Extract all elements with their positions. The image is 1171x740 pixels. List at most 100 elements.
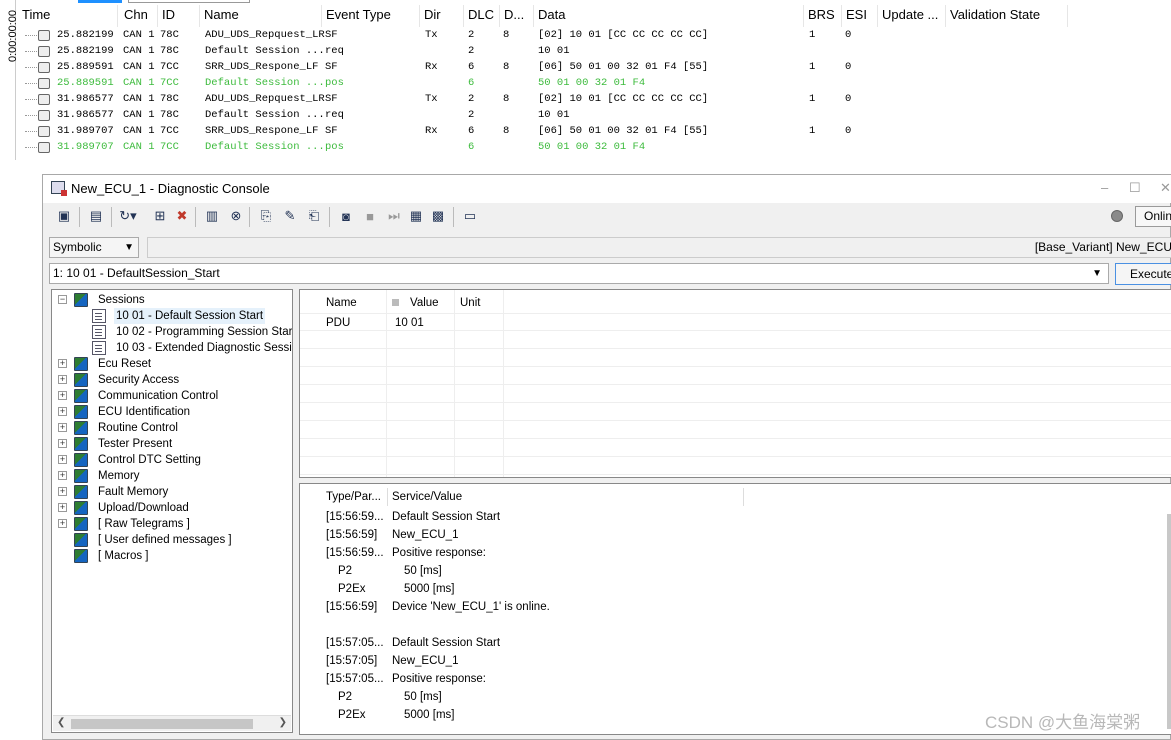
tree-item[interactable]: Communication Control [96, 388, 220, 404]
tree-expander-icon[interactable]: − [58, 295, 67, 304]
tree-expander-icon[interactable]: + [58, 359, 67, 368]
trace-cell-esi: 0 [845, 93, 852, 105]
tree-item[interactable]: Routine Control [96, 420, 180, 436]
trace-cell-esi: 0 [845, 125, 852, 137]
stop-icon[interactable]: ■ [361, 207, 379, 225]
monitor-icon[interactable]: ▣ [55, 207, 73, 225]
service-select[interactable]: 1: 10 01 - DefaultSession_Start ▼ [49, 263, 1109, 284]
refresh-dropdown-icon[interactable]: ↻▾ [119, 207, 137, 225]
scroll-right-icon[interactable]: ❯ [279, 717, 287, 728]
tree-item[interactable]: 10 01 - Default Session Start [114, 308, 266, 324]
online-button[interactable]: Online [1135, 206, 1171, 227]
trace-cell-time: 31.989707 [57, 141, 114, 153]
toolbar-separator [195, 207, 196, 227]
tree-item[interactable]: Security Access [96, 372, 181, 388]
trace-row[interactable]: 25.882199 CAN 1 78C Default Session ... req 2… [0, 43, 1100, 59]
tree-item[interactable]: ECU Identification [96, 404, 192, 420]
trace-row[interactable]: 25.889591 CAN 1 7CC Default Session ... pos 6… [0, 75, 1100, 91]
tree-item[interactable]: Upload/Download [96, 500, 191, 516]
window-icon[interactable]: ▦ [407, 207, 425, 225]
tree-expander-icon[interactable]: + [58, 519, 67, 528]
trace-cell-brs: 1 [809, 29, 816, 41]
folder-icon[interactable]: ▭ [461, 207, 479, 225]
tree-expander-icon[interactable]: + [58, 391, 67, 400]
binoculars-icon[interactable]: ⊗ [227, 207, 245, 225]
snapshot-icon[interactable]: ▤ [87, 207, 105, 225]
trace-column-header[interactable]: Dir [420, 5, 464, 27]
step-icon[interactable]: ⏭ [385, 207, 403, 225]
trace-column-header[interactable]: Event Type [322, 5, 420, 27]
tree-item[interactable]: 10 02 - Programming Session Start [114, 324, 292, 340]
trace-row[interactable]: 31.986577 CAN 1 78C ADU_UDS_Repquest_LR SF Tx… [0, 91, 1100, 107]
execute-button[interactable]: Execute [1115, 263, 1171, 285]
tree-item[interactable]: Tester Present [96, 436, 174, 452]
tree-item[interactable]: [ Macros ] [96, 548, 150, 564]
tree-connector [25, 67, 37, 68]
maximize-button[interactable]: ☐ [1129, 180, 1141, 196]
tree-expander-icon[interactable]: + [58, 407, 67, 416]
output-vertical-scrollbar[interactable] [1167, 514, 1171, 729]
trace-row[interactable]: 25.882199 CAN 1 78C ADU_UDS_Repquest_LR SF Tx… [0, 27, 1100, 43]
trace-column-header[interactable]: Chn [120, 5, 158, 27]
tree-item[interactable]: Sessions [96, 292, 147, 308]
tree-item[interactable]: 10 03 - Extended Diagnostic Session [114, 340, 292, 356]
trace-column-header[interactable]: Data [534, 5, 804, 27]
trace-column-header[interactable]: D... [500, 5, 534, 27]
trace-cell-time: 25.889591 [57, 77, 114, 89]
trace-column-header[interactable]: Validation State [946, 5, 1068, 27]
param-name[interactable]: PDU [326, 314, 350, 332]
tree-expander-icon[interactable]: + [58, 455, 67, 464]
trace-row[interactable]: 31.986577 CAN 1 78C Default Session ... req 2… [0, 107, 1100, 123]
record-icon[interactable]: ◙ [337, 207, 355, 225]
tree-item[interactable]: [ User defined messages ] [96, 532, 234, 548]
message-icon [38, 30, 50, 41]
trace-row[interactable]: 25.889591 CAN 1 7CC SRR_UDS_Respone_LF SF Rx 6… [0, 59, 1100, 75]
output-value: 50 [ms] [404, 691, 442, 703]
trace-cell-type: pos [325, 77, 344, 89]
trace-row[interactable]: 31.989707 CAN 1 7CC Default Session ... pos 6… [0, 139, 1100, 155]
param-value[interactable]: 10 01 [395, 314, 424, 332]
trace-cell-id: 7CC [160, 125, 179, 137]
trace-cell-dir: Rx [425, 125, 438, 137]
copy-icon[interactable]: ⎘ [257, 207, 275, 225]
trace-column-header[interactable]: ESI [842, 5, 878, 27]
trace-column-header[interactable]: Time [18, 5, 118, 27]
tree-horizontal-scrollbar[interactable]: ❮ ❯ [53, 715, 291, 731]
trace-row[interactable]: 31.989707 CAN 1 7CC SRR_UDS_Respone_LF SF Rx 6… [0, 123, 1100, 139]
scroll-left-icon[interactable]: ❮ [57, 717, 65, 728]
tree-expander-icon[interactable]: + [58, 439, 67, 448]
trace-column-header[interactable]: ID [158, 5, 200, 27]
trace-cell-type: SF [325, 125, 338, 137]
tree-item[interactable]: [ Raw Telegrams ] [96, 516, 192, 532]
trace-column-header[interactable]: DLC [464, 5, 500, 27]
output-value: Positive response: [392, 547, 486, 559]
trace-cell-time: 25.889591 [57, 61, 114, 73]
tree-expander-icon[interactable]: + [58, 375, 67, 384]
edit-icon[interactable]: ✎ [281, 207, 299, 225]
trace-column-header[interactable]: Name [200, 5, 322, 27]
tree-item[interactable]: Control DTC Setting [96, 452, 203, 468]
layout-icon[interactable]: ▩ [429, 207, 447, 225]
output-type: [15:57:05] [326, 655, 378, 667]
tree-expander-icon[interactable]: + [58, 471, 67, 480]
grid-icon[interactable]: ⊞ [151, 207, 169, 225]
tree-expander-icon[interactable]: + [58, 423, 67, 432]
paste-icon[interactable]: ⎗ [305, 207, 323, 225]
trace-column-header[interactable]: BRS [804, 5, 842, 27]
trace-cell-esi: 0 [845, 29, 852, 41]
tree-item[interactable]: Fault Memory [96, 484, 170, 500]
trace-window: 0:00:00:00 Time Chn ID Name Event Type Dir DLC… [0, 0, 1171, 168]
delete-icon[interactable]: ✖ [173, 207, 191, 225]
save-icon[interactable]: ▥ [203, 207, 221, 225]
tree-expander-icon[interactable]: + [58, 503, 67, 512]
trace-cell-dir: Tx [425, 29, 438, 41]
symbolic-select[interactable]: Symbolic ▼ [49, 237, 139, 258]
tree-expander-icon[interactable]: + [58, 487, 67, 496]
folder-icon [74, 469, 88, 483]
trace-column-header[interactable]: Update ... [878, 5, 946, 27]
tree-item[interactable]: Memory [96, 468, 142, 484]
scrollbar-thumb[interactable] [71, 719, 253, 729]
close-button[interactable]: ✕ [1160, 180, 1171, 196]
tree-item[interactable]: Ecu Reset [96, 356, 153, 372]
minimize-button[interactable]: – [1101, 180, 1108, 195]
